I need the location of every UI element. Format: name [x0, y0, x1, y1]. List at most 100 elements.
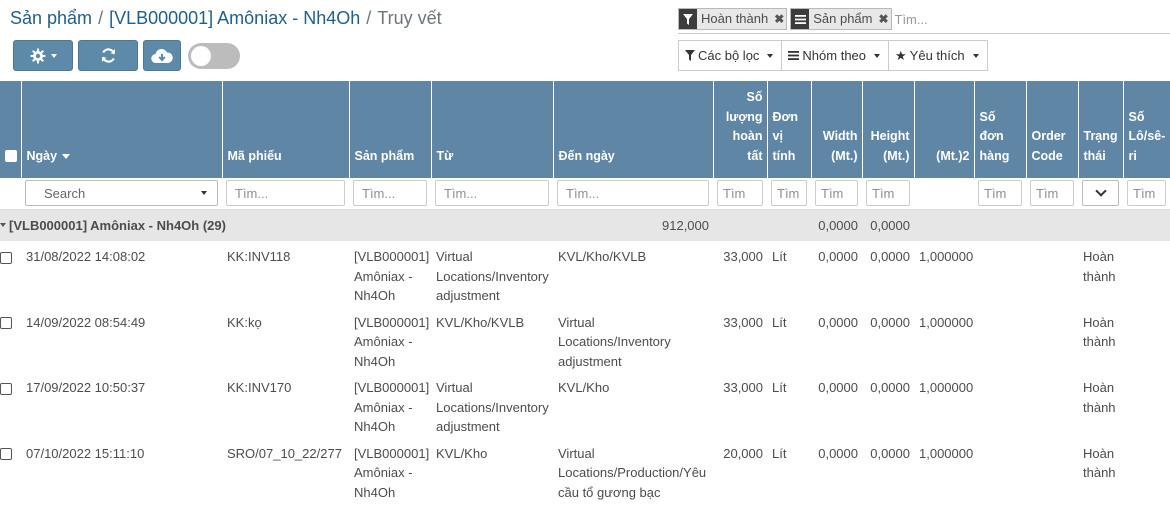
refresh-button[interactable] — [78, 40, 138, 71]
row-checkbox[interactable] — [0, 251, 12, 264]
star-icon: ★ — [895, 48, 907, 63]
qty-filter-input[interactable] — [717, 180, 763, 207]
height-filter-input[interactable] — [866, 180, 910, 207]
filter-cell-empty — [0, 178, 21, 210]
cell-to: KVL/Kho — [558, 380, 610, 395]
group-list-icon — [791, 9, 810, 29]
col-label: Trạng thái — [1083, 129, 1118, 163]
filters-dropdown[interactable]: Các bộ lọc — [678, 40, 783, 71]
cell-area: 1,000000 — [919, 445, 974, 461]
cell-to: Virtual Locations/Inventory adjustment — [558, 314, 671, 369]
col-order-number[interactable]: Số đơn hàng — [974, 81, 1027, 178]
col-label: Số đơn hàng — [979, 109, 1010, 163]
state-filter-select[interactable] — [1082, 180, 1119, 207]
actions-button[interactable] — [13, 40, 73, 71]
search-facet-groupby: Sản phẩm ✖ — [790, 8, 892, 30]
row-checkbox[interactable] — [0, 317, 12, 330]
order-code-filter-input[interactable] — [1030, 180, 1074, 207]
filter-cell-product — [349, 178, 431, 210]
close-icon[interactable]: ✖ — [772, 9, 786, 29]
width-filter-input[interactable] — [815, 180, 858, 207]
col-label: Width (Mt.) — [822, 129, 858, 163]
col-from[interactable]: Từ — [431, 81, 554, 178]
col-product[interactable]: Sản phẩm — [349, 81, 432, 178]
to-filter-input[interactable] — [557, 180, 709, 207]
cell-date: 07/10/2022 15:11:10 — [26, 445, 145, 461]
filter-cell-lot — [1123, 178, 1170, 210]
table-row[interactable]: 17/09/2022 10:50:37 KK:INV170 [VLB000001… — [0, 372, 1170, 438]
favorites-label: Yêu thích — [909, 48, 965, 63]
col-qty-done[interactable]: Số lượng hoàn tất — [713, 81, 768, 178]
col-height[interactable]: Height (Mt.) — [862, 81, 915, 178]
groupby-dropdown[interactable]: Nhóm theo — [781, 40, 890, 71]
list-icon — [788, 51, 800, 60]
select-all-checkbox[interactable] — [5, 150, 17, 163]
cell-product: [VLB000001] Amôniax - Nh4Oh — [354, 249, 430, 303]
col-label: Height (Mt.) — [870, 129, 910, 163]
col-uom[interactable]: Đơn vị tính — [767, 81, 812, 178]
row-checkbox[interactable] — [0, 448, 12, 461]
cell-order-number — [974, 372, 1026, 438]
group-row[interactable]: [VLB000001] Amôniax - Nh4Oh (29) 912,000… — [0, 209, 1170, 241]
breadcrumb-separator: / — [98, 8, 104, 28]
cell-product: [VLB000001] Amôniax - Nh4Oh — [354, 314, 430, 369]
table-row[interactable]: 07/10/2022 15:11:10 SRO/07_10_22/277 [VL… — [0, 438, 1170, 504]
cell-date: 14/09/2022 08:54:49 — [26, 314, 146, 330]
filter-cell-state — [1078, 178, 1123, 210]
cell-order-code — [1026, 241, 1078, 307]
order-number-filter-input[interactable] — [978, 180, 1022, 207]
cell-lot — [1123, 438, 1170, 504]
close-icon[interactable]: ✖ — [877, 9, 891, 29]
search-input[interactable] — [894, 11, 1045, 27]
col-label: Order Code — [1031, 129, 1066, 163]
cell-reference: KK:INV170 — [227, 380, 292, 395]
cell-width: 0,0000 — [818, 380, 858, 395]
row-checkbox[interactable] — [0, 382, 12, 395]
filter-cell-order-number — [974, 178, 1026, 210]
filter-cell-order-code — [1026, 178, 1078, 210]
lot-filter-input[interactable] — [1127, 180, 1166, 207]
breadcrumb-product[interactable]: [VLB000001] Amôniax - Nh4Oh — [109, 8, 360, 28]
filter-cell-to — [553, 178, 713, 210]
col-to[interactable]: Đến ngày — [553, 81, 714, 178]
cell-width: 0,0000 — [818, 249, 858, 264]
cell-order-number — [974, 241, 1026, 307]
cell-height: 0,0000 — [870, 445, 910, 461]
view-toggle[interactable] — [188, 42, 240, 69]
caret-down-icon — [874, 53, 881, 58]
col-label: (Mt.)2 — [936, 148, 970, 163]
date-filter-select[interactable]: Search — [25, 180, 218, 207]
from-filter-input[interactable] — [435, 180, 549, 207]
table-header: Ngày Mã phiếu Sản phẩm Từ Đến ngày Số lư… — [0, 81, 1170, 178]
cell-width: 0,0000 — [818, 314, 858, 330]
col-state[interactable]: Trạng thái — [1078, 81, 1124, 178]
filter-cell-area — [914, 178, 974, 210]
favorites-dropdown[interactable]: ★ Yêu thích — [888, 40, 988, 71]
chevron-down-icon — [1094, 185, 1107, 197]
col-area[interactable]: (Mt.)2 — [914, 81, 975, 178]
cell-state: Hoàn thành — [1083, 445, 1116, 481]
filter-cell-reference — [222, 178, 349, 210]
cell-height: 0,0000 — [870, 314, 910, 330]
cell-product: [VLB000001] Amôniax - Nh4Oh — [354, 445, 430, 500]
cell-area: 1,000000 — [919, 249, 974, 264]
caret-down-icon — [767, 53, 774, 58]
table-row[interactable]: 31/08/2022 14:08:02 KK:INV118 [VLB000001… — [0, 241, 1170, 307]
col-width[interactable]: Width (Mt.) — [811, 81, 863, 178]
download-button[interactable] — [143, 40, 181, 71]
col-date[interactable]: Ngày — [21, 81, 223, 178]
reference-filter-input[interactable] — [226, 180, 345, 207]
col-order-code[interactable]: Order Code — [1026, 81, 1079, 178]
cell-uom: Lít — [772, 314, 787, 330]
action-toolbar — [13, 40, 240, 71]
breadcrumb-products[interactable]: Sản phẩm — [10, 8, 92, 28]
uom-filter-input[interactable] — [771, 180, 807, 207]
filters-label: Các bộ lọc — [698, 48, 760, 63]
col-label: Mã phiếu — [227, 148, 282, 163]
table-row[interactable]: 14/09/2022 08:54:49 KK:kọ [VLB000001] Am… — [0, 307, 1170, 373]
col-lot[interactable]: Số Lô/sê-ri — [1123, 81, 1170, 178]
cell-qty: 33,000 — [723, 249, 763, 264]
sort-desc-icon — [62, 153, 71, 159]
col-reference[interactable]: Mã phiếu — [222, 81, 350, 178]
product-filter-input[interactable] — [353, 180, 427, 207]
